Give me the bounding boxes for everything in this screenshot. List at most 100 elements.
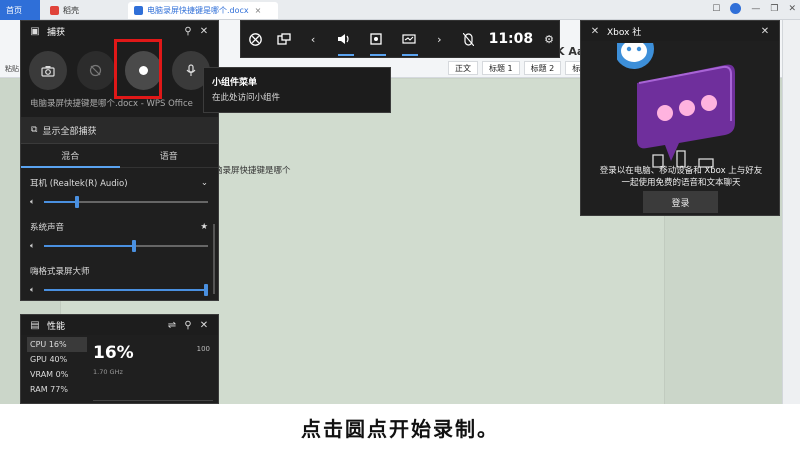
star-icon[interactable]: ★ (200, 222, 208, 232)
login-button[interactable]: 登录 (643, 191, 718, 213)
minimize-icon[interactable]: — (751, 4, 760, 14)
clock: 11:08 (488, 31, 534, 47)
paste-label[interactable]: 粘贴 (5, 64, 19, 74)
chevron-left-icon[interactable]: ‹ (299, 21, 328, 57)
graph-baseline (93, 400, 213, 401)
right-sidebar (782, 20, 800, 404)
device-volume-thumb[interactable] (74, 196, 79, 208)
close-icon[interactable]: ✕ (757, 26, 773, 37)
volume-icon[interactable] (328, 21, 360, 57)
app-row-recorder: 嗨格式录屏大师 (21, 251, 218, 277)
app-name-system-sounds: 系统声音 (30, 223, 65, 233)
tab-document-label: 电脑录屏快捷键是哪个.docx (147, 6, 249, 15)
options-icon[interactable]: ⇌ (164, 320, 180, 331)
xbox-header: ✕ Xbox 社 ✕ (581, 21, 779, 41)
daoke-icon (50, 6, 59, 15)
capture-title: 捕获 (47, 27, 66, 38)
style-gallery: 正文 标题 1 标题 2 标题 (448, 61, 596, 75)
chat-bubble-illustration (617, 43, 735, 168)
tab-home-label: 首页 (6, 5, 22, 15)
tab-daoke[interactable]: 稻壳 (44, 2, 124, 19)
speaker-icon[interactable]: 🔈︎ (30, 285, 44, 295)
gamebar-toolbar: ‹ › 11:08 ⚙ (240, 20, 560, 58)
maximize-icon[interactable]: ❐ (770, 4, 778, 14)
speaker-icon[interactable]: 🔈︎ (30, 241, 44, 251)
tab-document[interactable]: 电脑录屏快捷键是哪个.docx × (128, 2, 278, 19)
audio-scrollbar[interactable] (213, 224, 215, 294)
pin-icon[interactable]: ⚲ (180, 26, 196, 37)
capture-widget-icon: ▣ (30, 25, 40, 37)
cpu-frequency: 1.70 GHz (93, 368, 123, 376)
widget-menu-tooltip: 小组件菜单 在此处访问小组件 (203, 67, 391, 113)
xbox-title: Xbox 社 (607, 27, 642, 38)
xbox-icon[interactable] (241, 21, 270, 57)
system-volume-fill (44, 245, 135, 247)
system-volume-thumb[interactable] (132, 240, 137, 252)
perf-label: GPU (30, 355, 47, 364)
audio-device-select[interactable]: 耳机 (Realtek(R) Audio) ⌄ (21, 168, 218, 189)
cpu-usage-value: 16% (93, 343, 134, 363)
perf-item-gpu[interactable]: GPU 40% (27, 352, 87, 367)
doc-icon (134, 6, 143, 15)
speaker-icon[interactable]: 🔈︎ (30, 197, 44, 207)
pin-icon[interactable]: ⚲ (180, 320, 196, 331)
graph-max: 100 (196, 345, 210, 353)
close-icon[interactable]: ✕ (788, 4, 796, 14)
perf-label: CPU (30, 340, 47, 349)
audio-tabs: 混合 语音 (21, 144, 218, 168)
style-heading-2[interactable]: 标题 2 (523, 61, 562, 75)
close-icon[interactable]: ✕ (196, 26, 212, 37)
recorder-volume-slider[interactable] (44, 284, 208, 296)
xbox-message-line-1: 登录以在电脑、移动设备和 Xbox 上与好友 (599, 166, 763, 176)
tab-mix[interactable]: 混合 (21, 144, 120, 168)
perf-item-vram[interactable]: VRAM 0% (27, 367, 87, 382)
style-normal[interactable]: 正文 (448, 61, 478, 75)
xbox-icon: ✕ (590, 25, 600, 37)
perf-item-cpu[interactable]: CPU 16% (27, 337, 87, 352)
tab-voice[interactable]: 语音 (120, 144, 219, 167)
perf-label: VRAM (30, 370, 54, 379)
recorder-volume-fill (44, 289, 208, 291)
recorder-volume-row: 🔈︎ (21, 277, 218, 296)
screenshot-button[interactable] (29, 51, 67, 90)
close-tab-icon[interactable]: × (255, 6, 262, 15)
recorder-volume-thumb[interactable] (204, 284, 208, 296)
performance-header: ▤ 性能 ⇌ ⚲ ✕ (21, 315, 218, 335)
record-button-highlight (114, 39, 162, 99)
performance-widget: ▤ 性能 ⇌ ⚲ ✕ CPU 16% GPU 40% VRAM 0% RAM 7… (20, 314, 219, 404)
perf-value: 40% (49, 355, 68, 364)
system-volume-slider[interactable] (44, 240, 208, 252)
xbox-message-line-2: 一起使用免费的语音和文本聊天 (621, 178, 741, 188)
mouse-lock-icon[interactable] (454, 21, 483, 57)
perf-value: 0% (55, 370, 69, 379)
system-volume-row: 🔈︎ (21, 233, 218, 252)
device-volume-fill (44, 201, 77, 203)
avatar[interactable] (730, 3, 742, 14)
widget-menu-icon[interactable] (270, 21, 299, 57)
chevron-right-icon[interactable]: › (425, 21, 454, 57)
gallery-icon: ⧉ (31, 125, 38, 135)
xbox-signin-message: 登录以在电脑、移动设备和 Xbox 上与好友 一起使用免费的语音和文本聊天 (585, 165, 777, 189)
perf-item-ram[interactable]: RAM 77% (27, 382, 87, 397)
chevron-down-icon: ⌄ (200, 178, 208, 188)
skin-icon[interactable]: ☐ (712, 4, 720, 14)
capture-icon[interactable] (360, 21, 392, 57)
close-icon[interactable]: ✕ (196, 320, 212, 331)
performance-icon[interactable] (392, 21, 424, 57)
settings-icon[interactable]: ⚙ (539, 21, 559, 57)
audio-device-label: 耳机 (Realtek(R) Audio) (30, 179, 128, 189)
record-last-button[interactable] (76, 51, 115, 90)
style-heading-1[interactable]: 标题 1 (482, 61, 520, 75)
capture-target-label: 电脑录屏快捷键是哪个.docx - WPS Office (30, 99, 193, 109)
wps-tab-bar: 首页 稻壳 电脑录屏快捷键是哪个.docx × ☐ — ❐ ✕ (0, 0, 800, 20)
app-name-recorder: 嗨格式录屏大师 (30, 267, 90, 277)
show-all-captures-button[interactable]: ⧉ 显示全部捕获 (21, 117, 218, 143)
show-all-label: 显示全部捕获 (42, 126, 97, 137)
document-text[interactable]: 脑录屏快捷键是哪个 (214, 164, 291, 176)
device-volume-slider[interactable] (44, 196, 208, 208)
tab-home[interactable]: 首页 (0, 0, 40, 20)
perf-value: 16% (48, 340, 67, 349)
device-volume-row: 🔈︎ (21, 189, 218, 208)
performance-title: 性能 (47, 321, 66, 332)
tab-daoke-label: 稻壳 (63, 6, 79, 15)
